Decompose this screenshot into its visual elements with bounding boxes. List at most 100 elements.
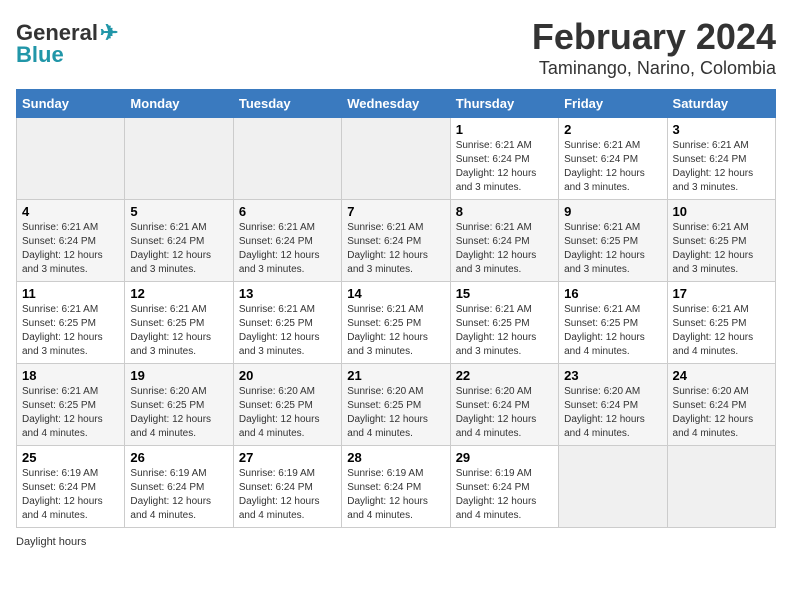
day-info: Sunrise: 6:21 AM Sunset: 6:25 PM Dayligh…: [239, 303, 336, 359]
calendar-cell: 26 Sunrise: 6:19 AM Sunset: 6:24 PM Dayli…: [125, 446, 233, 528]
calendar-cell: [667, 446, 775, 528]
day-info: Sunrise: 6:19 AM Sunset: 6:24 PM Dayligh…: [22, 467, 119, 523]
calendar-cell: [559, 446, 667, 528]
calendar-week-row: 25 Sunrise: 6:19 AM Sunset: 6:24 PM Dayli…: [17, 446, 776, 528]
day-info: Sunrise: 6:21 AM Sunset: 6:25 PM Dayligh…: [347, 303, 444, 359]
day-number: 15: [456, 286, 553, 301]
calendar-week-row: 4 Sunrise: 6:21 AM Sunset: 6:24 PM Daylig…: [17, 200, 776, 282]
day-number: 1: [456, 122, 553, 137]
calendar-cell: 22Sunrise: 6:20 AM Sunset: 6:24 PM Dayli…: [450, 364, 558, 446]
day-number: 7: [347, 204, 444, 219]
day-info: Sunrise: 6:21 AM Sunset: 6:24 PM Dayligh…: [239, 221, 336, 277]
calendar-cell: 27 Sunrise: 6:19 AM Sunset: 6:24 PM Dayli…: [233, 446, 341, 528]
calendar-cell: 3 Sunrise: 6:21 AM Sunset: 6:24 PM Daylig…: [667, 118, 775, 200]
day-info: Sunrise: 6:21 AM Sunset: 6:25 PM Dayligh…: [22, 385, 119, 441]
day-number: 14: [347, 286, 444, 301]
day-info: Sunrise: 6:20 AM Sunset: 6:24 PM Dayligh…: [564, 385, 661, 441]
calendar-body: 1 Sunrise: 6:21 AM Sunset: 6:24 PM Daylig…: [17, 118, 776, 528]
day-number: 29: [456, 450, 553, 465]
calendar-cell: 18Sunrise: 6:21 AM Sunset: 6:25 PM Dayli…: [17, 364, 125, 446]
weekday-header-saturday: Saturday: [667, 90, 775, 118]
weekday-header-monday: Monday: [125, 90, 233, 118]
day-number: 6: [239, 204, 336, 219]
day-number: 27: [239, 450, 336, 465]
calendar-week-row: 18Sunrise: 6:21 AM Sunset: 6:25 PM Dayli…: [17, 364, 776, 446]
day-info: Sunrise: 6:21 AM Sunset: 6:24 PM Dayligh…: [456, 139, 553, 195]
calendar-cell: 23 Sunrise: 6:20 AM Sunset: 6:24 PM Dayli…: [559, 364, 667, 446]
calendar-header-row: SundayMondayTuesdayWednesdayThursdayFrid…: [17, 90, 776, 118]
day-info: Sunrise: 6:21 AM Sunset: 6:25 PM Dayligh…: [564, 221, 661, 277]
header: General ✈ Blue February 2024 Taminango, …: [16, 16, 776, 79]
day-info: Sunrise: 6:21 AM Sunset: 6:25 PM Dayligh…: [673, 221, 770, 277]
day-info: Sunrise: 6:20 AM Sunset: 6:25 PM Dayligh…: [130, 385, 227, 441]
calendar-cell: 19 Sunrise: 6:20 AM Sunset: 6:25 PM Dayli…: [125, 364, 233, 446]
calendar-cell: 4 Sunrise: 6:21 AM Sunset: 6:24 PM Daylig…: [17, 200, 125, 282]
day-number: 13: [239, 286, 336, 301]
day-info: Sunrise: 6:21 AM Sunset: 6:25 PM Dayligh…: [673, 303, 770, 359]
daylight-hours-label: Daylight hours: [16, 536, 86, 548]
calendar-cell: 29 Sunrise: 6:19 AM Sunset: 6:24 PM Dayli…: [450, 446, 558, 528]
day-info: Sunrise: 6:20 AM Sunset: 6:25 PM Dayligh…: [239, 385, 336, 441]
day-number: 3: [673, 122, 770, 137]
day-number: 10: [673, 204, 770, 219]
day-info: Sunrise: 6:21 AM Sunset: 6:24 PM Dayligh…: [130, 221, 227, 277]
day-info: Sunrise: 6:21 AM Sunset: 6:25 PM Dayligh…: [564, 303, 661, 359]
calendar-cell: 14 Sunrise: 6:21 AM Sunset: 6:25 PM Dayli…: [342, 282, 450, 364]
calendar-cell: 12 Sunrise: 6:21 AM Sunset: 6:25 PM Dayli…: [125, 282, 233, 364]
weekday-header-thursday: Thursday: [450, 90, 558, 118]
day-info: Sunrise: 6:21 AM Sunset: 6:24 PM Dayligh…: [22, 221, 119, 277]
day-number: 2: [564, 122, 661, 137]
day-number: 8: [456, 204, 553, 219]
day-info: Sunrise: 6:21 AM Sunset: 6:24 PM Dayligh…: [564, 139, 661, 195]
calendar-cell: [17, 118, 125, 200]
day-info: Sunrise: 6:20 AM Sunset: 6:24 PM Dayligh…: [456, 385, 553, 441]
day-number: 12: [130, 286, 227, 301]
day-number: 26: [130, 450, 227, 465]
day-info: Sunrise: 6:19 AM Sunset: 6:24 PM Dayligh…: [239, 467, 336, 523]
day-info: Sunrise: 6:21 AM Sunset: 6:25 PM Dayligh…: [22, 303, 119, 359]
day-number: 24: [673, 368, 770, 383]
weekday-header-sunday: Sunday: [17, 90, 125, 118]
location-subtitle: Taminango, Narino, Colombia: [532, 58, 776, 79]
day-number: 17: [673, 286, 770, 301]
day-number: 20: [239, 368, 336, 383]
logo: General ✈ Blue: [16, 20, 118, 68]
day-number: 23: [564, 368, 661, 383]
weekday-header-friday: Friday: [559, 90, 667, 118]
calendar-cell: 21Sunrise: 6:20 AM Sunset: 6:25 PM Dayli…: [342, 364, 450, 446]
calendar-week-row: 11 Sunrise: 6:21 AM Sunset: 6:25 PM Dayli…: [17, 282, 776, 364]
calendar-cell: 11 Sunrise: 6:21 AM Sunset: 6:25 PM Dayli…: [17, 282, 125, 364]
calendar-week-row: 1 Sunrise: 6:21 AM Sunset: 6:24 PM Daylig…: [17, 118, 776, 200]
weekday-header-tuesday: Tuesday: [233, 90, 341, 118]
footer-note: Daylight hours: [16, 536, 776, 548]
calendar-cell: [342, 118, 450, 200]
calendar-cell: 25 Sunrise: 6:19 AM Sunset: 6:24 PM Dayli…: [17, 446, 125, 528]
calendar-cell: 9 Sunrise: 6:21 AM Sunset: 6:25 PM Daylig…: [559, 200, 667, 282]
day-info: Sunrise: 6:21 AM Sunset: 6:25 PM Dayligh…: [130, 303, 227, 359]
day-info: Sunrise: 6:20 AM Sunset: 6:25 PM Dayligh…: [347, 385, 444, 441]
day-number: 28: [347, 450, 444, 465]
day-number: 16: [564, 286, 661, 301]
calendar-cell: 6 Sunrise: 6:21 AM Sunset: 6:24 PM Daylig…: [233, 200, 341, 282]
day-info: Sunrise: 6:21 AM Sunset: 6:25 PM Dayligh…: [456, 303, 553, 359]
calendar-cell: 13 Sunrise: 6:21 AM Sunset: 6:25 PM Dayli…: [233, 282, 341, 364]
day-info: Sunrise: 6:20 AM Sunset: 6:24 PM Dayligh…: [673, 385, 770, 441]
weekday-header-wednesday: Wednesday: [342, 90, 450, 118]
calendar-cell: 28 Sunrise: 6:19 AM Sunset: 6:24 PM Dayli…: [342, 446, 450, 528]
day-info: Sunrise: 6:19 AM Sunset: 6:24 PM Dayligh…: [456, 467, 553, 523]
day-number: 11: [22, 286, 119, 301]
calendar-cell: 7 Sunrise: 6:21 AM Sunset: 6:24 PM Daylig…: [342, 200, 450, 282]
calendar-cell: 16 Sunrise: 6:21 AM Sunset: 6:25 PM Dayli…: [559, 282, 667, 364]
calendar-cell: 5Sunrise: 6:21 AM Sunset: 6:24 PM Daylig…: [125, 200, 233, 282]
day-info: Sunrise: 6:19 AM Sunset: 6:24 PM Dayligh…: [130, 467, 227, 523]
day-info: Sunrise: 6:19 AM Sunset: 6:24 PM Dayligh…: [347, 467, 444, 523]
calendar-cell: 2 Sunrise: 6:21 AM Sunset: 6:24 PM Daylig…: [559, 118, 667, 200]
day-number: 19: [130, 368, 227, 383]
title-area: February 2024 Taminango, Narino, Colombi…: [532, 16, 776, 79]
day-number: 9: [564, 204, 661, 219]
calendar-cell: 10 Sunrise: 6:21 AM Sunset: 6:25 PM Dayli…: [667, 200, 775, 282]
day-number: 25: [22, 450, 119, 465]
day-number: 4: [22, 204, 119, 219]
day-info: Sunrise: 6:21 AM Sunset: 6:24 PM Dayligh…: [673, 139, 770, 195]
day-info: Sunrise: 6:21 AM Sunset: 6:24 PM Dayligh…: [347, 221, 444, 277]
